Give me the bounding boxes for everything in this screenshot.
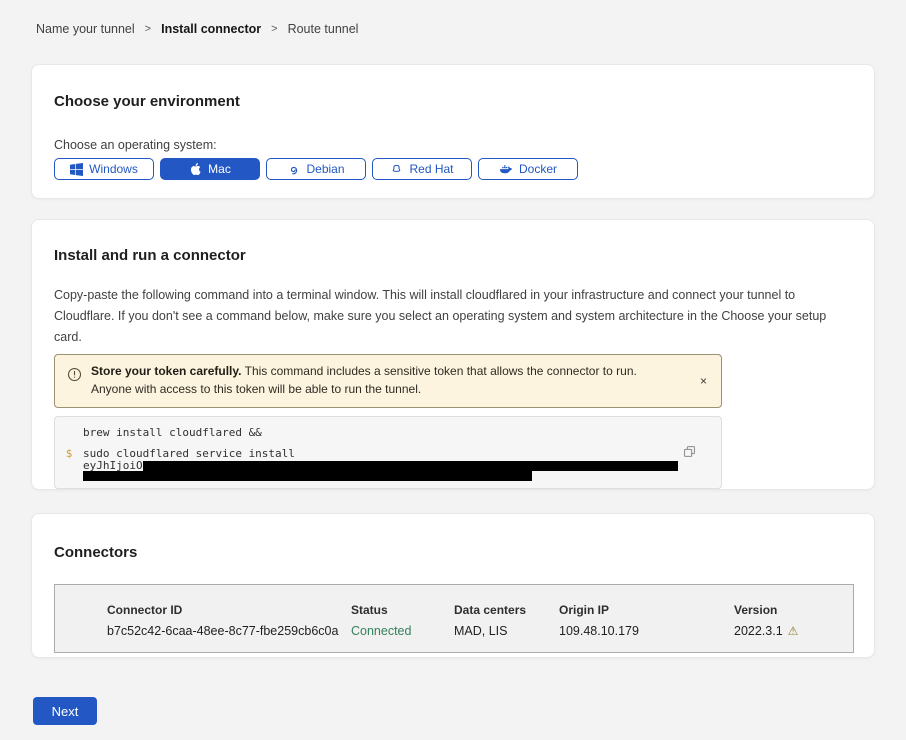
redacted-token-bar (143, 461, 678, 471)
code-line-brew: brew install cloudflared && (83, 427, 262, 438)
connector-id-value: b7c52c42-6caa-48ee-8c77-fbe259cb6c0a (107, 624, 351, 638)
breadcrumb-step-route-tunnel[interactable]: Route tunnel (288, 22, 359, 36)
token-warning-banner: Store your token carefully. This command… (54, 354, 722, 408)
os-button-label: Windows (89, 162, 138, 176)
install-card-title: Install and run a connector (54, 247, 852, 264)
breadcrumb-step-install-connector[interactable]: Install connector (161, 22, 261, 36)
alert-circle-icon (67, 367, 82, 387)
breadcrumb-step-name-your-tunnel[interactable]: Name your tunnel (36, 22, 135, 36)
os-button-label: Docker (519, 162, 557, 176)
warning-triangle-icon: ⚠ (788, 625, 799, 637)
status-badge: Connected (351, 624, 454, 638)
os-button-redhat[interactable]: Red Hat (372, 158, 472, 180)
column-header-status: Status (351, 603, 454, 617)
connector-table-row: b7c52c42-6caa-48ee-8c77-fbe259cb6c0a Con… (107, 624, 853, 638)
install-connector-card: Install and run a connector Copy-paste t… (31, 219, 875, 490)
breadcrumb-separator: > (145, 23, 151, 35)
windows-icon (70, 163, 83, 176)
install-command-codeblock: brew install cloudflared && $ sudo cloud… (54, 416, 722, 489)
connectors-card: Connectors Connector ID Status Data cent… (31, 513, 875, 658)
os-button-debian[interactable]: Debian (266, 158, 366, 180)
environment-card-title: Choose your environment (54, 93, 852, 110)
connectors-table: Connector ID Status Data centers Origin … (54, 584, 854, 653)
os-button-label: Red Hat (409, 162, 453, 176)
breadcrumb: Name your tunnel > Install connector > R… (36, 0, 906, 36)
column-header-origin-ip: Origin IP (559, 603, 734, 617)
column-header-connector-id: Connector ID (107, 603, 351, 617)
os-button-group: Windows Mac Debian Red Hat Docker (54, 158, 852, 180)
warning-message: Store your token carefully. This command… (91, 363, 657, 398)
connectors-table-header: Connector ID Status Data centers Origin … (107, 603, 853, 617)
docker-icon (499, 163, 513, 175)
version-value: 2022.3.1 (734, 624, 783, 638)
code-line-service-install: sudo cloudflared service install (83, 448, 295, 459)
close-icon[interactable]: × (698, 374, 709, 388)
os-button-label: Mac (208, 162, 231, 176)
token-prefix: eyJhIjoiO (83, 460, 143, 471)
environment-card: Choose your environment Choose an operat… (31, 64, 875, 199)
shell-prompt: $ (55, 448, 83, 459)
column-header-data-centers: Data centers (454, 603, 559, 617)
breadcrumb-separator: > (271, 23, 277, 35)
os-select-label: Choose an operating system: (54, 138, 852, 153)
os-button-docker[interactable]: Docker (478, 158, 578, 180)
copy-icon[interactable] (683, 445, 696, 461)
origin-ip-value: 109.48.10.179 (559, 624, 734, 638)
debian-icon (287, 163, 300, 176)
connectors-card-title: Connectors (54, 544, 852, 561)
redhat-icon (390, 163, 403, 176)
os-button-label: Debian (306, 162, 344, 176)
apple-icon (189, 162, 202, 176)
os-button-windows[interactable]: Windows (54, 158, 154, 180)
install-description: Copy-paste the following command into a … (54, 285, 848, 348)
redacted-token-bar (83, 471, 532, 481)
column-header-version: Version (734, 603, 853, 617)
data-centers-value: MAD, LIS (454, 624, 559, 638)
warning-message-bold: Store your token carefully. (91, 364, 242, 378)
os-button-mac[interactable]: Mac (160, 158, 260, 180)
next-button[interactable]: Next (33, 697, 97, 725)
